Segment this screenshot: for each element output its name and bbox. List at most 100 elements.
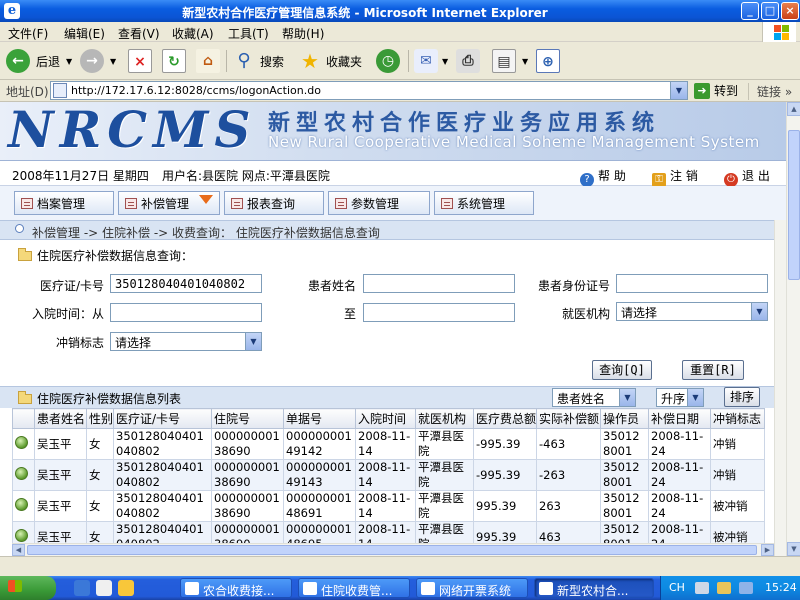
patient-id-input[interactable] <box>616 274 768 293</box>
go-button[interactable]: ➜ 转到 <box>694 82 738 99</box>
logout-link[interactable]: ⚿ 注 销 <box>652 167 698 187</box>
edit-button[interactable]: ▤ ▼ <box>492 47 528 75</box>
address-url[interactable]: http://172.17.6.12:8028/ccms/logonAction… <box>71 84 321 97</box>
page-viewport: NRCMS 新型农村合作医疗业务应用系统 New Rural Cooperati… <box>0 102 786 556</box>
menu-tools[interactable]: 工具(T) <box>228 25 269 42</box>
scroll-up-arrow[interactable]: ▲ <box>787 102 800 116</box>
task-inpatient-charge[interactable]: 住院收费管... <box>298 578 410 598</box>
patient-name-input[interactable] <box>363 274 515 293</box>
search-query-button[interactable]: 查询[Q] <box>592 360 652 380</box>
search-button[interactable]: ⚲ 搜索 <box>232 47 284 75</box>
scroll-left-arrow[interactable]: ◀ <box>12 544 25 556</box>
chevron-down-icon: ▼ <box>751 303 767 320</box>
header-flag[interactable]: 冲销标志 <box>710 408 766 429</box>
menu-view[interactable]: 查看(V) <box>118 25 160 42</box>
maximize-button[interactable]: □ <box>761 2 779 20</box>
row-status-icon[interactable] <box>15 497 28 511</box>
scroll-right-arrow[interactable]: ▶ <box>761 544 774 556</box>
header-comp-date[interactable]: 补偿日期 <box>648 408 712 429</box>
sort-field-select[interactable]: 患者姓名 ▼ <box>552 388 636 407</box>
cell-org: 平潭县医院 <box>415 428 475 460</box>
scroll-thumb[interactable] <box>788 130 800 280</box>
menu-edit[interactable]: 编辑(E) <box>64 25 105 42</box>
current-date: 2008年11月27日 星期四 <box>12 169 149 183</box>
menu-file[interactable]: 文件(F) <box>8 25 48 42</box>
quicklaunch-qq-icon[interactable] <box>118 580 134 596</box>
minimize-button[interactable]: _ <box>741 2 759 20</box>
scroll-down-arrow[interactable]: ▼ <box>787 542 800 556</box>
page-vertical-scrollbar[interactable]: ▲ ▼ <box>786 102 800 556</box>
content-vertical-scrollbar[interactable] <box>774 220 786 556</box>
module-params[interactable]: 参数管理 <box>328 191 430 215</box>
admit-from-input[interactable] <box>110 303 262 322</box>
header-admit-date[interactable]: 入院时间 <box>355 408 417 429</box>
card-number-input[interactable]: 350128040401040802 <box>110 274 262 293</box>
sort-button[interactable]: 排序 <box>724 387 760 407</box>
close-button[interactable]: × <box>781 2 799 20</box>
chevron-down-icon: ▼ <box>245 333 261 350</box>
favorites-button[interactable]: ★ 收藏夹 <box>298 47 362 75</box>
app-title-en: New Rural Cooperative Medical Soheme Man… <box>268 133 760 151</box>
table-row[interactable]: 吴玉平 女 350128040401040802 00000000138690 … <box>12 428 766 460</box>
help-link[interactable]: ? 帮 助 <box>580 167 626 187</box>
task-invoice-system[interactable]: 网络开票系统 <box>416 578 528 598</box>
back-button[interactable]: ← 后退 ▼ <box>6 47 72 75</box>
row-status-icon[interactable] <box>15 528 28 542</box>
tray-app-icon[interactable] <box>717 582 731 594</box>
cell-org: 平潭县医院 <box>415 490 475 522</box>
table-row[interactable]: 吴玉平 女 350128040401040802 00000000138690 … <box>12 490 766 522</box>
quicklaunch-ie-icon[interactable] <box>74 580 90 596</box>
exit-link[interactable]: ⏻ 退 出 <box>724 167 770 187</box>
admit-to-input[interactable] <box>363 303 515 322</box>
header-org[interactable]: 就医机构 <box>415 408 475 429</box>
header-patient-name[interactable]: 患者姓名 <box>34 408 87 429</box>
sort-order-select[interactable]: 升序 ▼ <box>656 388 704 407</box>
links-button[interactable]: 链接 » <box>748 83 792 100</box>
menu-help[interactable]: 帮助(H) <box>282 25 324 42</box>
network-icon[interactable] <box>739 582 753 594</box>
forward-button[interactable]: → ▼ <box>80 47 116 75</box>
query-section-title: 住院医疗补偿数据信息查询： <box>18 247 193 264</box>
module-reports[interactable]: 报表查询 <box>224 191 324 215</box>
print-button[interactable]: ⎙ <box>456 47 480 75</box>
quicklaunch-desktop-icon[interactable] <box>96 580 112 596</box>
system-tray: CH 15:24 <box>660 576 800 600</box>
org-select[interactable]: 请选择 ▼ <box>616 302 768 321</box>
header-hospital-no[interactable]: 住院号 <box>211 408 285 429</box>
refresh-button[interactable]: ↻ <box>162 47 186 75</box>
history-button[interactable]: ◷ <box>376 47 400 75</box>
header-sex[interactable]: 性别 <box>85 408 115 429</box>
mail-button[interactable]: ✉ ▼ <box>414 47 448 75</box>
task-nh-charge[interactable]: 农合收费接... <box>180 578 292 598</box>
favorites-label: 收藏夹 <box>326 54 363 69</box>
home-button[interactable]: ⌂ <box>196 47 220 75</box>
forward-arrow-icon: → <box>80 49 104 73</box>
row-status-icon[interactable] <box>15 435 28 449</box>
task-nrcms-ie[interactable]: 新型农村合... <box>534 578 654 598</box>
module-icon <box>441 197 453 209</box>
messenger-button[interactable]: ⊕ <box>536 47 560 75</box>
header-actual-comp[interactable]: 实际补偿额 <box>536 408 602 429</box>
module-compensation[interactable]: 补偿管理 <box>118 191 220 215</box>
header-operator[interactable]: 操作员 <box>600 408 650 429</box>
row-status-icon[interactable] <box>15 466 28 480</box>
header-card[interactable]: 医疗证/卡号 <box>113 408 213 429</box>
header-total-fee[interactable]: 医疗费总额 <box>473 408 538 429</box>
flag-select[interactable]: 请选择 ▼ <box>110 332 262 351</box>
address-dropdown-arrow[interactable]: ▼ <box>670 82 687 99</box>
reset-button[interactable]: 重置[R] <box>682 360 744 380</box>
module-archive[interactable]: 档案管理 <box>14 191 114 215</box>
cell-patient-name: 吴玉平 <box>34 490 87 522</box>
table-row[interactable]: 吴玉平 女 350128040401040802 00000000138690 … <box>12 459 766 491</box>
scroll-thumb[interactable] <box>27 545 757 555</box>
module-system[interactable]: 系统管理 <box>434 191 534 215</box>
header-bill-no[interactable]: 单据号 <box>283 408 357 429</box>
menu-favorites[interactable]: 收藏(A) <box>172 25 214 42</box>
start-button[interactable] <box>0 576 56 600</box>
cell-actual-comp: -263 <box>536 459 602 491</box>
table-horizontal-scrollbar[interactable]: ◀ ▶ <box>12 543 774 556</box>
keyboard-icon[interactable] <box>695 582 709 594</box>
stop-button[interactable]: × <box>128 47 152 75</box>
ime-indicator[interactable]: CH <box>669 581 685 594</box>
address-input[interactable]: http://172.17.6.12:8028/ccms/logonAction… <box>50 81 688 100</box>
